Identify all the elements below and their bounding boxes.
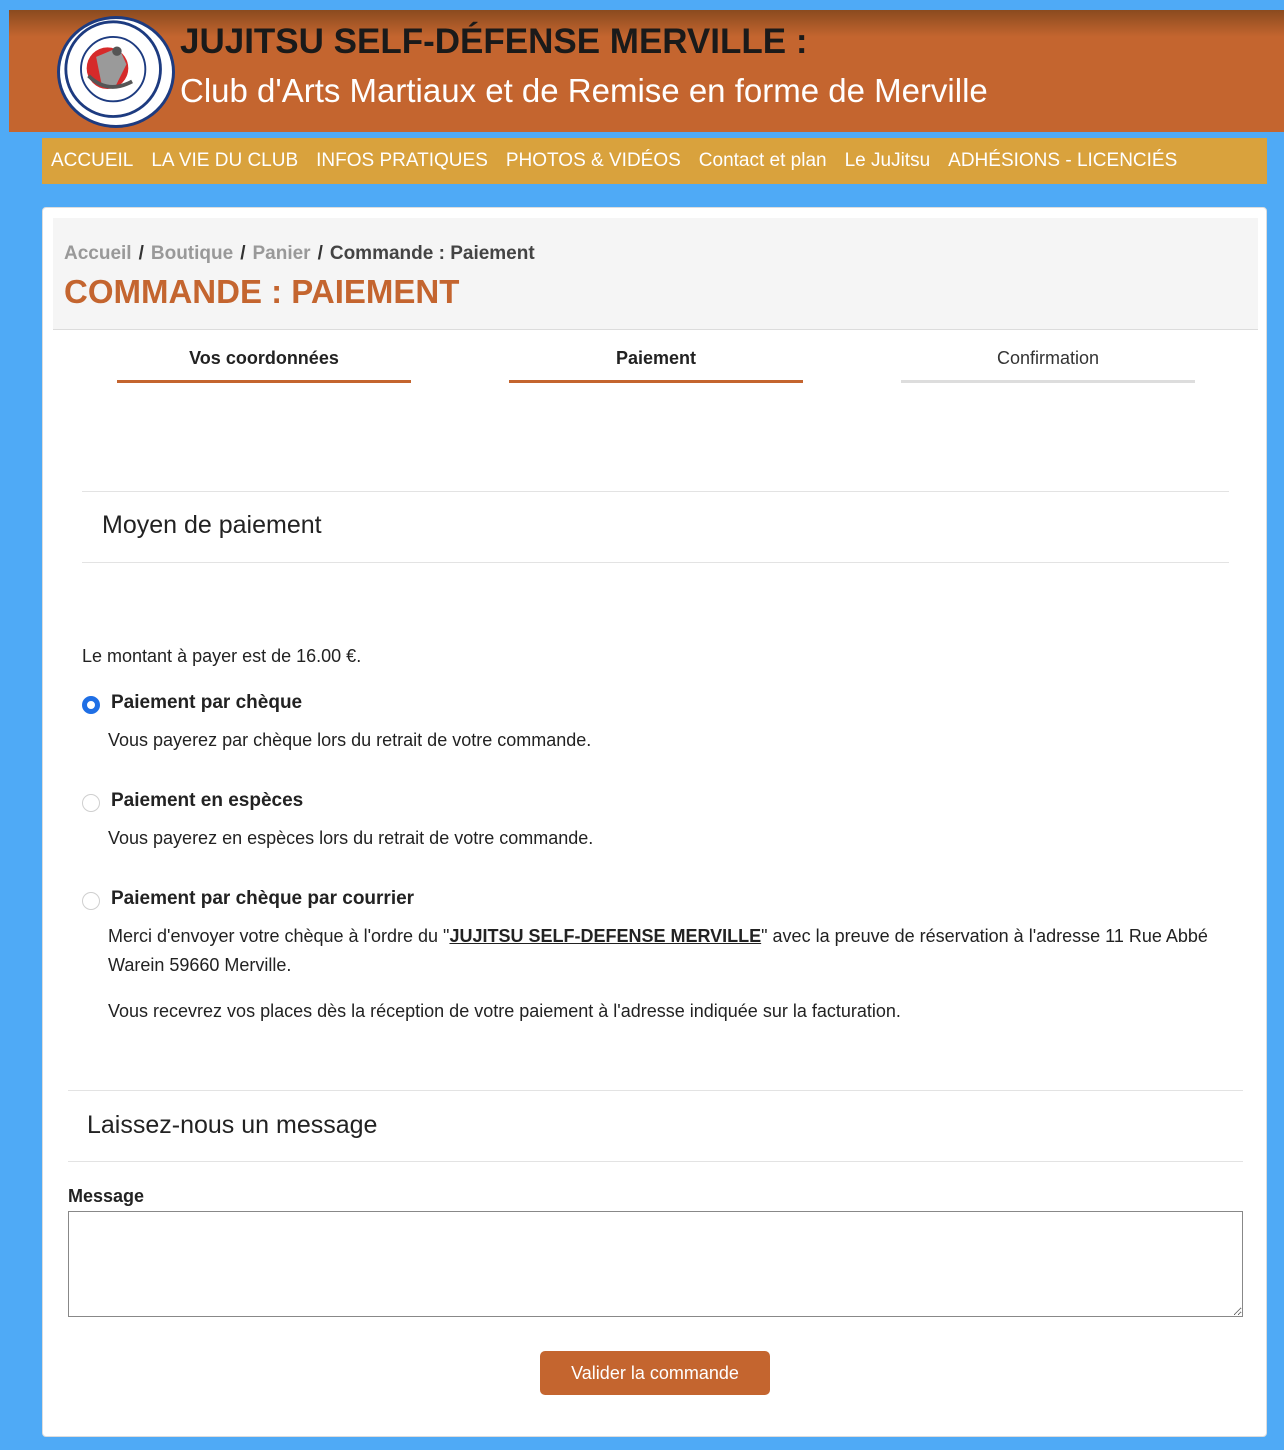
payment-section-title: Moyen de paiement bbox=[102, 511, 322, 539]
nav-item-jujitsu[interactable]: Le JuJitsu bbox=[845, 150, 931, 172]
main-nav: ACCUEIL LA VIE DU CLUB INFOS PRATIQUES P… bbox=[42, 138, 1267, 184]
site-title: JUJITSU SELF-DÉFENSE MERVILLE : bbox=[180, 22, 808, 61]
checkout-panel: Accueil / Boutique / Panier / Commande : Paiem… bbox=[42, 207, 1267, 1437]
breadcrumb-separator: / bbox=[138, 243, 144, 264]
nav-item-accueil[interactable]: ACCUEIL bbox=[51, 150, 133, 172]
radio-especes[interactable] bbox=[82, 794, 100, 812]
step-paiement: Paiement bbox=[509, 348, 803, 383]
breadcrumb-separator: / bbox=[317, 243, 323, 264]
page-title: COMMANDE : PAIEMENT bbox=[64, 273, 460, 310]
divider bbox=[68, 1090, 1243, 1091]
option-label[interactable]: Paiement par chèque bbox=[111, 692, 302, 714]
option-description: Merci d'envoyer votre chèque à l'ordre d… bbox=[108, 922, 1208, 1026]
breadcrumb-current: Commande : Paiement bbox=[329, 243, 535, 264]
option-label[interactable]: Paiement par chèque par courrier bbox=[111, 888, 414, 910]
radio-courrier[interactable] bbox=[82, 892, 100, 910]
breadcrumb-separator: / bbox=[240, 243, 246, 264]
message-label: Message bbox=[68, 1186, 145, 1206]
breadcrumb-panier[interactable]: Panier bbox=[252, 243, 310, 264]
breadcrumb-accueil[interactable]: Accueil bbox=[64, 243, 132, 264]
site-header: JUJITSU SELF-DÉFENSE MERVILLE : Club d'A… bbox=[9, 10, 1284, 132]
checkout-steps: Vos coordonnées Paiement Confirmation bbox=[43, 348, 1266, 388]
divider bbox=[82, 491, 1229, 492]
breadcrumb: Accueil / Boutique / Panier / Commande : Paiem… bbox=[64, 243, 535, 265]
step-confirmation: Confirmation bbox=[901, 348, 1195, 383]
club-name-link[interactable]: JUJITSU SELF-DEFENSE MERVILLE bbox=[449, 926, 761, 946]
option-label[interactable]: Paiement en espèces bbox=[111, 790, 303, 812]
description-text: Merci d'envoyer votre chèque à l'ordre d… bbox=[108, 926, 450, 946]
nav-item-adhesions[interactable]: ADHÉSIONS - LICENCIÉS bbox=[948, 150, 1177, 172]
validate-order-button[interactable]: Valider la commande bbox=[540, 1351, 770, 1395]
message-section-title: Laissez-nous un message bbox=[87, 1111, 378, 1139]
nav-item-photos-videos[interactable]: PHOTOS & VIDÉOS bbox=[506, 150, 681, 172]
nav-item-contact[interactable]: Contact et plan bbox=[699, 150, 827, 172]
nav-item-infos-pratiques[interactable]: INFOS PRATIQUES bbox=[316, 150, 488, 172]
nav-item-vie-du-club[interactable]: LA VIE DU CLUB bbox=[151, 150, 298, 172]
club-logo[interactable] bbox=[57, 16, 175, 128]
amount-text: Le montant à payer est de 16.00 €. bbox=[82, 646, 362, 666]
site-subtitle: Club d'Arts Martiaux et de Remise en for… bbox=[180, 72, 988, 109]
radio-cheque[interactable] bbox=[82, 696, 100, 714]
divider bbox=[82, 562, 1229, 563]
breadcrumb-boutique[interactable]: Boutique bbox=[151, 243, 233, 264]
panel-heading: Accueil / Boutique / Panier / Commande : Paiem… bbox=[53, 218, 1258, 330]
description-note: Vous recevrez vos places dès la réceptio… bbox=[108, 1001, 901, 1021]
divider bbox=[68, 1161, 1243, 1162]
logo-emblem-icon bbox=[64, 20, 162, 118]
option-description: Vous payerez par chèque lors du retrait … bbox=[108, 730, 592, 750]
option-description: Vous payerez en espèces lors du retrait … bbox=[108, 828, 594, 848]
message-textarea[interactable] bbox=[68, 1211, 1243, 1317]
step-coordonnees[interactable]: Vos coordonnées bbox=[117, 348, 411, 383]
